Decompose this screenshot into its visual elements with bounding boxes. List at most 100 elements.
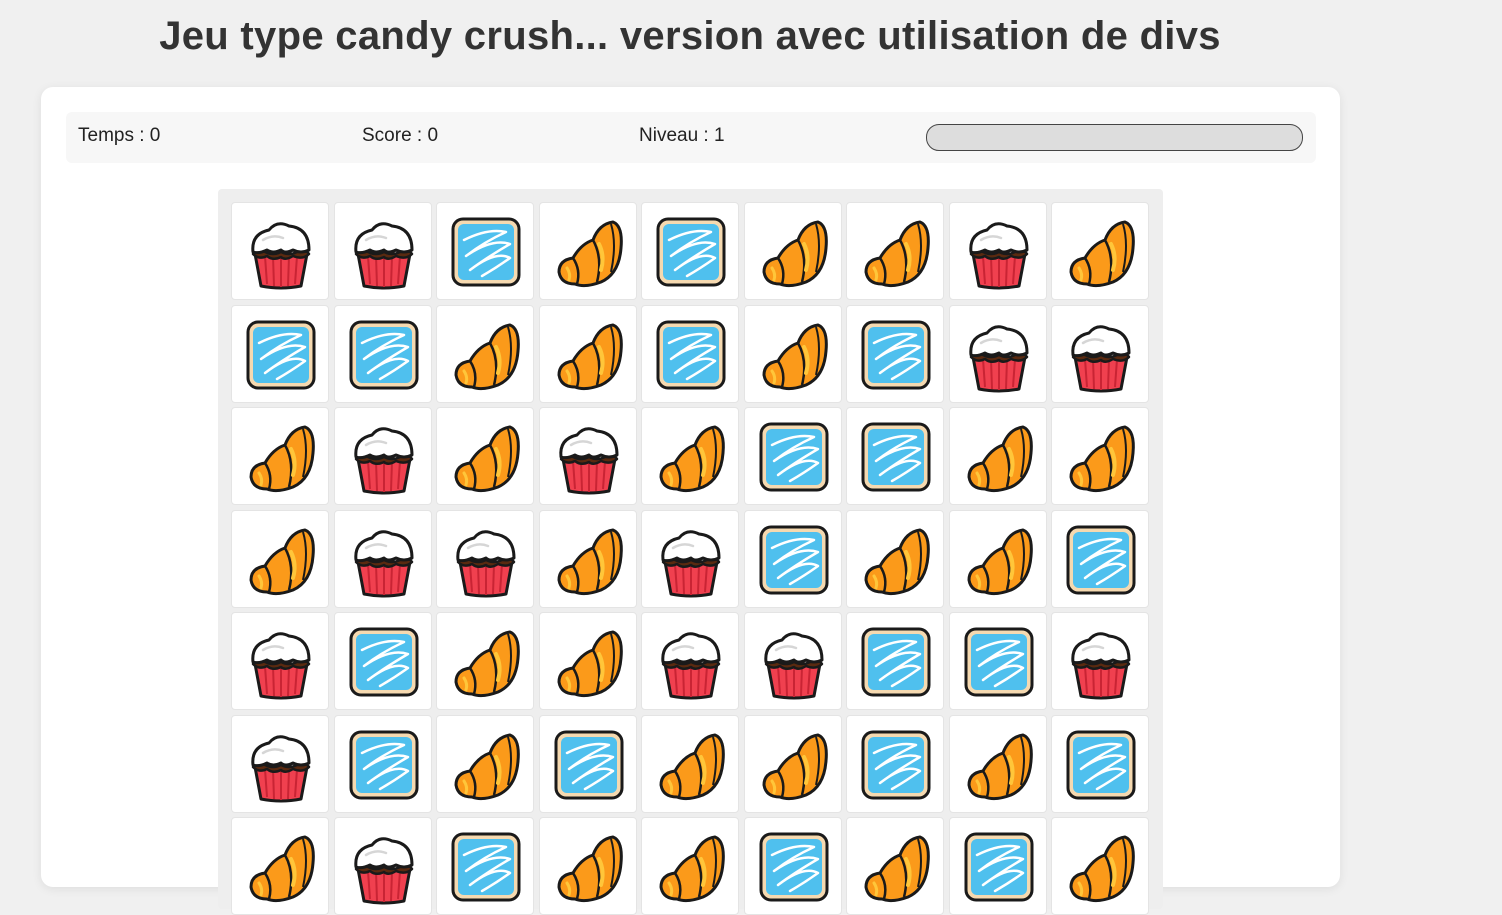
board-tile[interactable]	[743, 304, 842, 403]
board-tile[interactable]	[538, 817, 637, 915]
cupcake-icon	[353, 427, 413, 495]
ice-cake-icon	[759, 832, 828, 902]
board-tile[interactable]	[846, 304, 944, 403]
board-tile[interactable]	[846, 509, 944, 608]
board-tile[interactable]	[231, 407, 329, 505]
board-tile[interactable]	[1051, 304, 1149, 403]
ice-cake-icon	[349, 730, 418, 799]
cupcake-icon	[353, 837, 413, 905]
croissant-icon	[967, 528, 1033, 595]
board-tile[interactable]	[333, 304, 432, 403]
board-tile[interactable]	[333, 612, 432, 710]
board-tile[interactable]	[1051, 714, 1149, 813]
cupcake-icon	[558, 427, 618, 495]
board-tile[interactable]	[231, 612, 329, 710]
board-tile[interactable]	[436, 304, 534, 403]
board-tile[interactable]	[948, 202, 1047, 300]
board-tile[interactable]	[538, 407, 637, 505]
board-tile[interactable]	[641, 817, 739, 915]
croissant-icon	[659, 733, 725, 800]
board-tile[interactable]	[231, 304, 329, 403]
croissant-icon	[249, 425, 315, 493]
board-tile[interactable]	[641, 714, 739, 813]
cupcake-icon	[661, 632, 721, 700]
board-tile[interactable]	[1051, 817, 1149, 915]
board-tile[interactable]	[948, 612, 1047, 710]
board-tile[interactable]	[743, 407, 842, 505]
croissant-icon	[454, 733, 520, 800]
croissant-icon	[557, 323, 623, 390]
board-tile[interactable]	[333, 817, 432, 915]
croissant-icon	[1069, 835, 1135, 903]
board-tile[interactable]	[333, 714, 432, 813]
croissant-icon	[454, 425, 520, 493]
board-tile[interactable]	[436, 612, 534, 710]
croissant-icon	[659, 425, 725, 493]
ice-cake-icon	[861, 730, 931, 799]
board-tile[interactable]	[436, 407, 534, 505]
cupcake-icon	[968, 324, 1028, 392]
croissant-icon	[762, 220, 828, 288]
ice-cake-icon	[861, 422, 931, 492]
board-tile[interactable]	[641, 509, 739, 608]
board-tile[interactable]	[231, 509, 329, 608]
board-tile[interactable]	[538, 509, 637, 608]
board-tile[interactable]	[641, 304, 739, 403]
board-tile[interactable]	[231, 817, 329, 915]
board-tile[interactable]	[846, 817, 944, 915]
board-tile[interactable]	[538, 304, 637, 403]
board-tile[interactable]	[1051, 612, 1149, 710]
croissant-icon	[454, 323, 520, 390]
board-tile[interactable]	[743, 817, 842, 915]
board-tile[interactable]	[333, 509, 432, 608]
board-tile[interactable]	[641, 612, 739, 710]
board-tile[interactable]	[231, 202, 329, 300]
board-tile[interactable]	[538, 714, 637, 813]
board-tile[interactable]	[846, 714, 944, 813]
game-panel: Temps : 0 Score : 0 Niveau : 1	[41, 87, 1340, 915]
board-tile[interactable]	[948, 407, 1047, 505]
board-tile[interactable]	[436, 202, 534, 300]
board-tile[interactable]	[436, 817, 534, 915]
level-progress-bar	[926, 124, 1303, 151]
croissant-icon	[557, 528, 623, 595]
board-tile[interactable]	[1051, 407, 1149, 505]
croissant-icon	[249, 835, 315, 903]
cupcake-icon	[353, 222, 413, 290]
board-tile[interactable]	[743, 202, 842, 300]
board-tile[interactable]	[333, 407, 432, 505]
board-tile[interactable]	[948, 714, 1047, 813]
board-tile[interactable]	[743, 714, 842, 813]
board-tile[interactable]	[743, 612, 842, 710]
level-display: Niveau : 1	[639, 125, 725, 146]
board-tile[interactable]	[846, 407, 944, 505]
board-tile[interactable]	[333, 202, 432, 300]
board-tile[interactable]	[436, 714, 534, 813]
board-tile[interactable]	[1051, 202, 1149, 300]
ice-cake-icon	[861, 320, 931, 389]
ice-cake-icon	[759, 422, 828, 492]
board-tile[interactable]	[641, 202, 739, 300]
board-tile[interactable]	[743, 509, 842, 608]
board-tile[interactable]	[948, 509, 1047, 608]
ice-cake-icon	[554, 730, 623, 799]
board-tile[interactable]	[1051, 509, 1149, 608]
croissant-icon	[864, 220, 930, 288]
board-tile[interactable]	[948, 817, 1047, 915]
board-tile[interactable]	[846, 612, 944, 710]
board-tile[interactable]	[436, 509, 534, 608]
croissant-icon	[864, 835, 930, 903]
croissant-icon	[967, 733, 1033, 800]
board-tile[interactable]	[538, 202, 637, 300]
cupcake-icon	[353, 529, 413, 597]
croissant-icon	[557, 220, 623, 288]
board-tile[interactable]	[948, 304, 1047, 403]
cupcake-icon	[763, 632, 823, 700]
cupcake-icon	[661, 529, 721, 597]
board-tile[interactable]	[231, 714, 329, 813]
board-tile[interactable]	[538, 612, 637, 710]
board-tile[interactable]	[641, 407, 739, 505]
board-tile[interactable]	[846, 202, 944, 300]
time-display: Temps : 0	[78, 125, 161, 146]
ice-cake-icon	[1066, 525, 1136, 594]
